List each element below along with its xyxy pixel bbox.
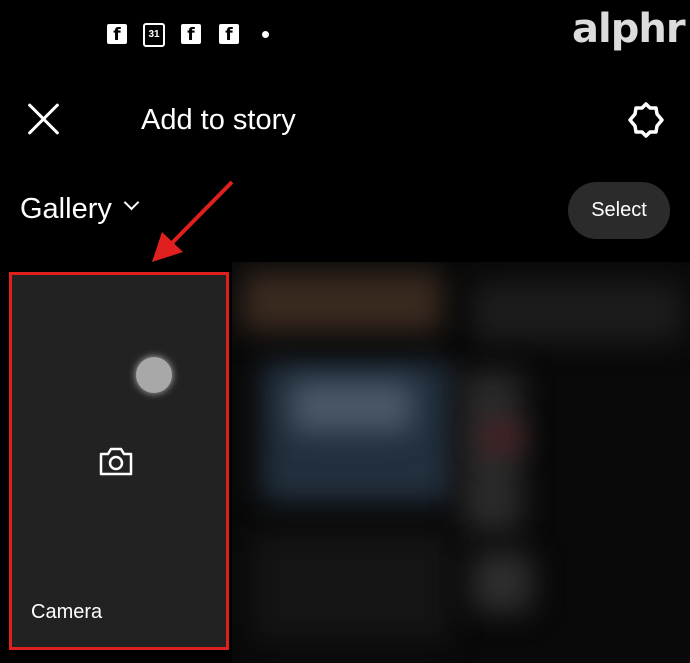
camera-tile[interactable]: Camera: [9, 272, 229, 650]
gear-icon[interactable]: [627, 101, 665, 139]
facebook-icon: f: [107, 24, 127, 44]
camera-label: Camera: [31, 601, 103, 623]
select-button[interactable]: Select: [568, 182, 670, 239]
gallery-thumbnail[interactable]: [462, 372, 522, 532]
gallery-thumbnail[interactable]: [242, 272, 442, 332]
gallery-thumbnail[interactable]: [482, 422, 522, 452]
camera-focus-indicator: [136, 357, 172, 393]
calendar-icon: 31: [143, 23, 165, 47]
gallery-thumbnail[interactable]: [252, 532, 452, 642]
facebook-icon: f: [219, 24, 239, 44]
calendar-day: 31: [148, 29, 160, 40]
page-title: Add to story: [141, 104, 296, 136]
gallery-grid: [232, 262, 690, 663]
close-icon[interactable]: [26, 101, 62, 137]
gallery-dropdown[interactable]: Gallery: [20, 193, 140, 226]
camera-icon: [99, 447, 133, 476]
gallery-thumbnail[interactable]: [472, 552, 532, 612]
gallery-thumbnail[interactable]: [292, 382, 412, 432]
chevron-down-icon: [123, 194, 140, 211]
alphr-logo: alphr: [572, 6, 686, 52]
facebook-icon: f: [181, 24, 201, 44]
gallery-thumbnail[interactable]: [472, 282, 682, 342]
notification-dot-icon: [262, 31, 269, 38]
gallery-label: Gallery: [20, 193, 112, 225]
